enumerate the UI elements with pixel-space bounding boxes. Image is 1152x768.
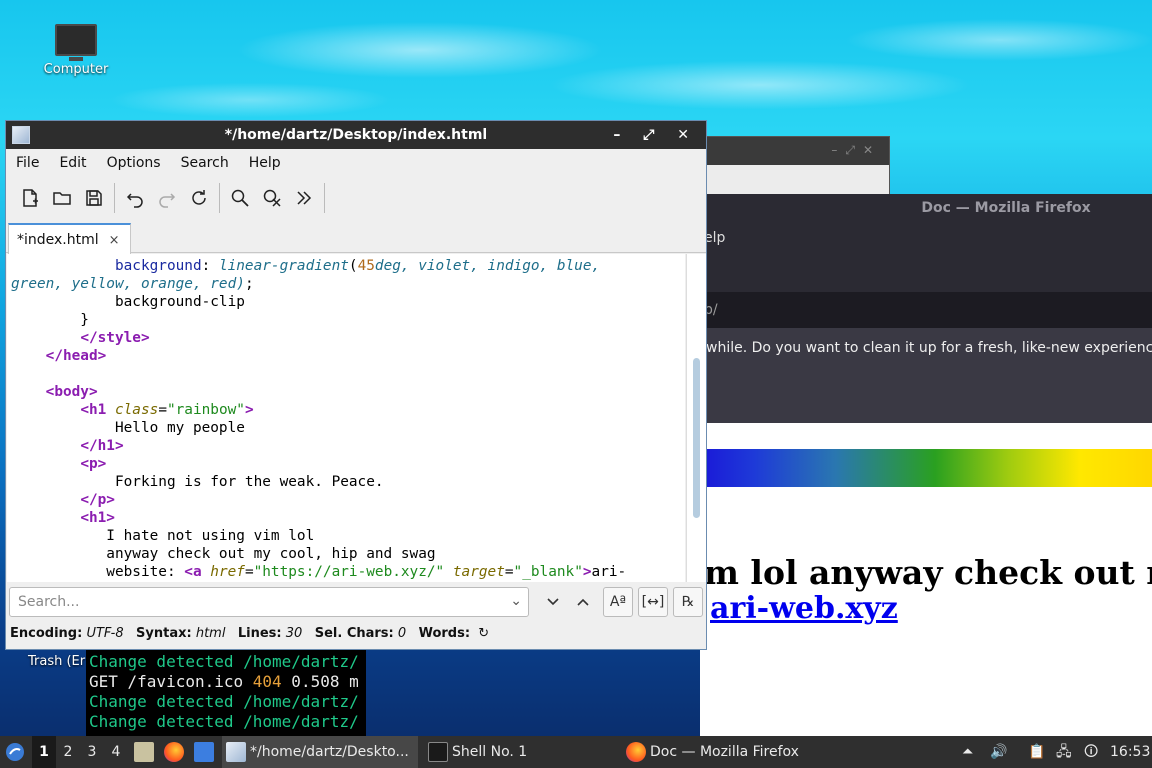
menu-search[interactable]: Search <box>181 155 229 171</box>
regex-icon[interactable]: ℞ <box>673 587 703 617</box>
menu-options[interactable]: Options <box>107 155 161 171</box>
redo-icon[interactable] <box>151 182 183 214</box>
desktop-icon-computer[interactable]: Computer <box>36 24 116 77</box>
code-text: background: linear-gradient(45deg, viole… <box>11 258 627 580</box>
terminal-window[interactable]: Change detected /home/dartz/ GET /favico… <box>86 650 366 736</box>
toolbar-separator <box>114 183 115 213</box>
code-editor[interactable]: background: linear-gradient(45deg, viole… <box>7 254 685 582</box>
close-icon[interactable]: × <box>109 233 120 248</box>
terminal-line: Change detected /home/dartz/ <box>89 712 359 731</box>
desktop-icon-label: Computer <box>43 62 109 77</box>
editor-scrollbar[interactable] <box>686 254 706 582</box>
reload-icon[interactable] <box>183 182 215 214</box>
task-firefox[interactable]: Doc — Mozilla Firefox <box>622 736 822 768</box>
status-sel-chars: 0 <box>397 626 407 641</box>
editor-title: */home/dartz/Desktop/index.html <box>224 127 488 143</box>
undo-icon[interactable] <box>119 182 151 214</box>
page-heading: m lol anyway check out m <box>704 553 1152 592</box>
tray-up-arrow-icon[interactable]: ⏶ <box>962 736 973 768</box>
workspace-1[interactable]: 1 <box>32 736 56 768</box>
search-input[interactable]: Search... ⌄ <box>9 587 529 617</box>
toolbar-separator <box>324 183 325 213</box>
find-next-icon[interactable] <box>538 587 568 617</box>
workspace-2[interactable]: 2 <box>56 736 80 768</box>
find-previous-icon[interactable] <box>568 587 598 617</box>
status-lines: 30 <box>285 626 303 641</box>
page-link[interactable]: ari-web.xyz <box>710 591 898 626</box>
menu-edit[interactable]: Edit <box>59 155 86 171</box>
open-folder-icon[interactable] <box>46 182 78 214</box>
firefox-task-icon <box>626 742 646 762</box>
clock[interactable]: 16:53 <box>1110 736 1150 768</box>
editor-window[interactable]: */home/dartz/Desktop/index.html – ⤢ ✕ Fi… <box>5 120 707 650</box>
firefox-menu-help[interactable]: elp <box>704 230 725 246</box>
editor-app-icon <box>12 126 30 144</box>
firefox-title: Doc — Mozilla Firefox <box>700 194 1152 222</box>
firefox-page-content: m lol anyway check out m ari-web.xyz <box>700 423 1152 736</box>
firefox-menubar: elp <box>700 222 1152 292</box>
whole-word-icon[interactable]: [↔] <box>638 587 668 617</box>
window-controls[interactable]: – ⤢ ✕ <box>613 121 698 149</box>
find-bar: Search... ⌄ Aª [↔] ℞ <box>6 583 706 621</box>
terminal-line: GET /favicon.ico 404 0.508 m <box>89 672 359 691</box>
terminal-line: Change detected /home/dartz/ <box>89 652 359 671</box>
terminal-line: Change detected /home/dartz/ <box>89 692 359 711</box>
background-window[interactable]: –⤢✕ <box>700 136 890 196</box>
status-encoding: UTF-8 <box>86 626 124 641</box>
search-placeholder: Search... <box>18 594 80 610</box>
tab-index-html[interactable]: *index.html × <box>8 223 131 254</box>
start-menu-button[interactable] <box>4 736 30 768</box>
firefox-window[interactable]: Doc — Mozilla Firefox elp p/ while. Do y… <box>700 194 1152 736</box>
save-icon[interactable] <box>78 182 110 214</box>
firefox-refresh-notice: while. Do you want to clean it up for a … <box>700 328 1152 423</box>
status-syntax: html <box>195 626 226 641</box>
file-manager-launcher-icon[interactable] <box>134 736 158 768</box>
desktop-icon-trash-label[interactable]: Trash (Er <box>28 654 85 669</box>
notification-icon[interactable]: 🛈 <box>1084 736 1098 768</box>
more-tools-icon[interactable] <box>288 182 320 214</box>
scrollbar-thumb[interactable] <box>693 358 700 518</box>
clipboard-icon[interactable]: 📋 <box>1028 736 1045 768</box>
menu-help[interactable]: Help <box>249 155 281 171</box>
new-file-icon[interactable] <box>14 182 46 214</box>
find-icon[interactable] <box>224 182 256 214</box>
refresh-word-count-icon[interactable]: ↻ <box>478 626 489 641</box>
task-editor[interactable]: */home/dartz/Deskto... <box>222 736 418 768</box>
status-bar: Encoding: UTF-8 Syntax: html Lines: 30 S… <box>10 626 490 641</box>
editor-toolbar <box>6 177 706 219</box>
network-icon[interactable]: 🖧 <box>1056 736 1072 768</box>
volume-icon[interactable]: 🔊 <box>990 736 1007 768</box>
menu-file[interactable]: File <box>16 155 39 171</box>
find-replace-icon[interactable] <box>256 182 288 214</box>
taskbar: 1 2 3 4 */home/dartz/Deskto... Shell No.… <box>0 736 1152 768</box>
computer-icon <box>55 24 97 61</box>
background-window-titlebar: –⤢✕ <box>701 137 889 165</box>
editor-titlebar[interactable]: */home/dartz/Desktop/index.html – ⤢ ✕ <box>6 121 706 149</box>
task-shell[interactable]: Shell No. 1 <box>424 736 614 768</box>
tab-label: *index.html <box>17 232 99 248</box>
firefox-url-bar[interactable]: p/ <box>700 292 1152 328</box>
terminal-task-icon <box>428 742 448 762</box>
workspace-4[interactable]: 4 <box>104 736 128 768</box>
toolbar-separator <box>219 183 220 213</box>
workspace-3[interactable]: 3 <box>80 736 104 768</box>
editor-menubar: File Edit Options Search Help <box>6 149 706 177</box>
rainbow-heading <box>700 449 1152 487</box>
firefox-launcher-icon[interactable] <box>164 736 188 768</box>
editor-task-icon <box>226 742 246 762</box>
match-case-icon[interactable]: Aª <box>603 587 633 617</box>
firefox-notice-text: while. Do you want to clean it up for a … <box>706 340 1152 356</box>
editor-tab-bar: *index.html × <box>6 219 706 254</box>
chevron-down-icon[interactable]: ⌄ <box>510 593 522 609</box>
window-launcher-icon[interactable] <box>194 736 218 768</box>
